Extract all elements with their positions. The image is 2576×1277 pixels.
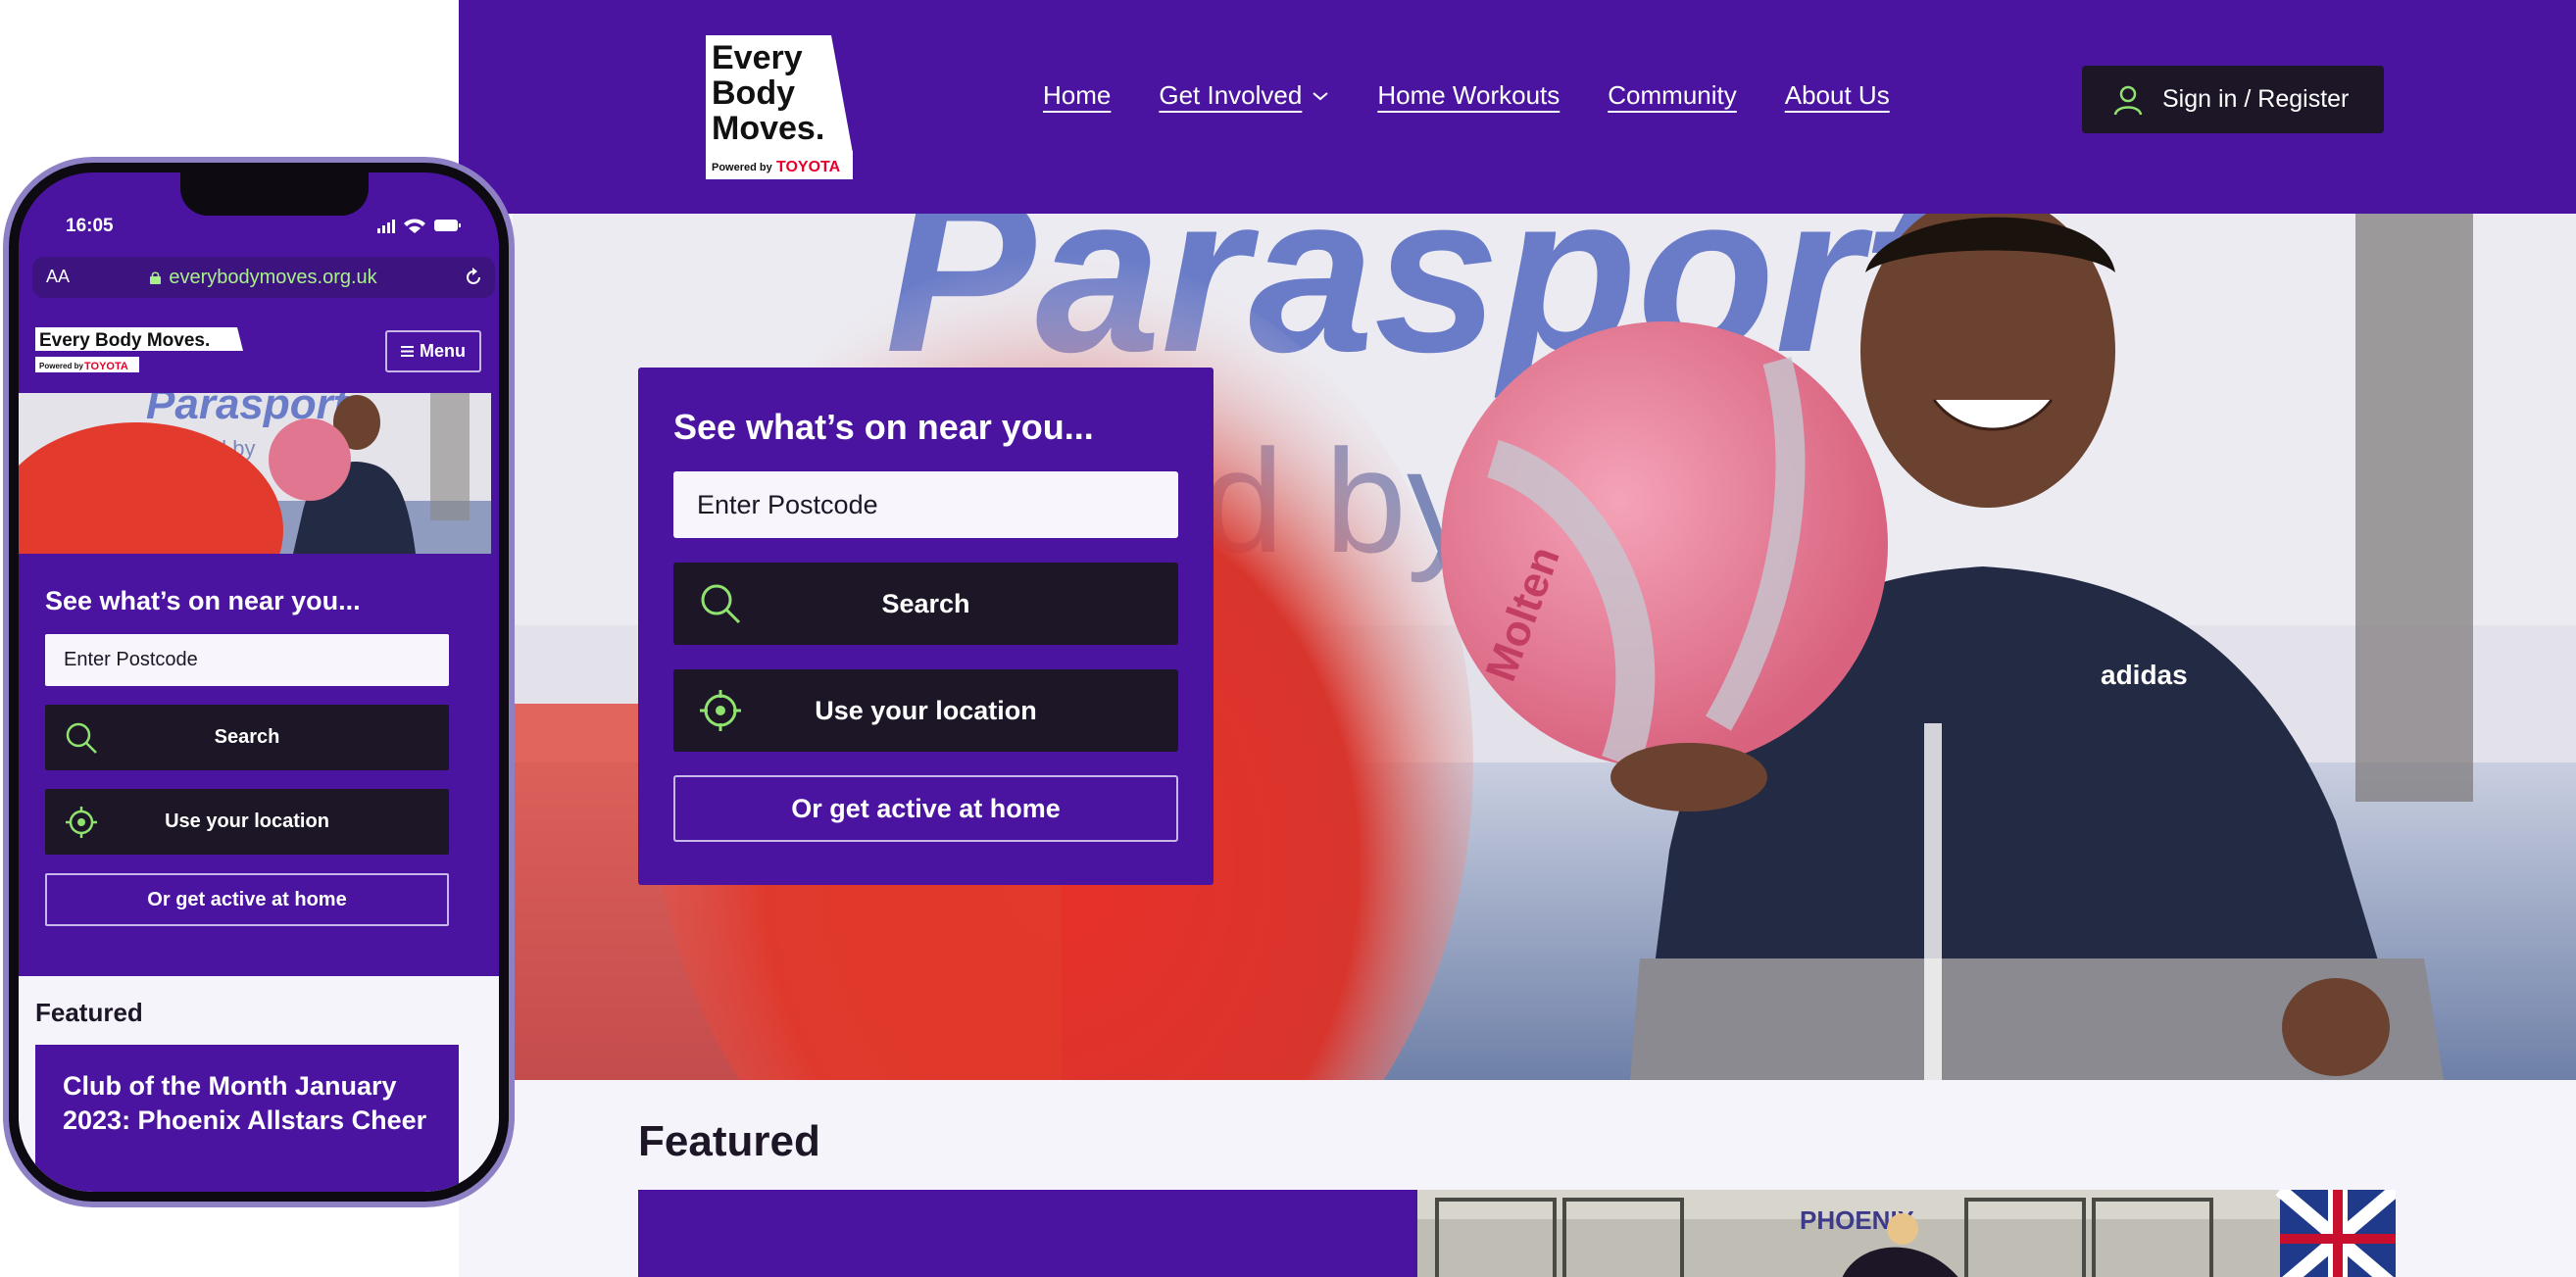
- search-icon: [701, 584, 741, 624]
- featured-photo: PHOENIX: [1417, 1190, 2396, 1277]
- use-location-button[interactable]: Use your location: [673, 669, 1178, 752]
- svg-text:Powered by: Powered by: [39, 362, 83, 370]
- sign-in-register-button[interactable]: Sign in / Register: [2082, 66, 2384, 133]
- nav-home-workouts[interactable]: Home Workouts: [1377, 80, 1560, 111]
- menu-button[interactable]: Menu: [385, 330, 481, 372]
- location-crosshair-icon: [700, 690, 741, 731]
- svg-text:TOYOTA: TOYOTA: [776, 159, 841, 175]
- signal-icon: [377, 220, 395, 233]
- user-icon: [2113, 85, 2143, 115]
- hamburger-icon: [401, 346, 414, 357]
- mobile-site-header: Every Body Moves. Powered by TOYOTA Menu: [19, 311, 499, 393]
- svg-text:Every Body Moves.: Every Body Moves.: [39, 330, 210, 351]
- phone-bezel: 16:05 AA everybodymoves.org.uk Every Bod…: [9, 163, 509, 1202]
- nav-home-workouts-label: Home Workouts: [1377, 80, 1560, 110]
- status-time: 16:05: [66, 216, 114, 236]
- location-crosshair-icon: [66, 807, 97, 838]
- use-location-label: Use your location: [815, 695, 1037, 725]
- mobile-use-location-label: Use your location: [165, 810, 329, 832]
- postcode-input[interactable]: [673, 471, 1178, 538]
- mobile-phone-mockup: 16:05 AA everybodymoves.org.uk Every Bod…: [3, 157, 515, 1207]
- mobile-hero-photo: Parasport owered by: [19, 393, 491, 554]
- search-button-label: Search: [881, 588, 970, 618]
- every-body-moves-logo[interactable]: Every Body Moves. Powered by TOYOTA: [706, 35, 853, 179]
- menu-button-label: Menu: [420, 341, 466, 361]
- svg-text:TOYOTA: TOYOTA: [84, 361, 128, 372]
- main-navigation: Home Get Involved Home Workouts Communit…: [1043, 80, 1890, 111]
- mobile-use-location-button[interactable]: Use your location: [45, 789, 449, 855]
- nav-home-label: Home: [1043, 80, 1112, 110]
- nav-home[interactable]: Home: [1043, 80, 1111, 111]
- mobile-search-button[interactable]: Search: [45, 705, 449, 770]
- lock-icon: [150, 271, 162, 284]
- nav-about-us[interactable]: About Us: [1785, 80, 1890, 111]
- site-header: Every Body Moves. Powered by TOYOTA Home…: [459, 0, 2576, 214]
- search-panel: See what’s on near you... Search Use you…: [638, 368, 1214, 885]
- search-button[interactable]: Search: [673, 563, 1178, 645]
- mobile-featured-card[interactable]: Club of the Month January 2023: Phoenix …: [35, 1045, 459, 1192]
- svg-text:Moves.: Moves.: [712, 110, 824, 147]
- battery-icon: [434, 220, 458, 231]
- mobile-featured-heading: Featured: [35, 998, 143, 1027]
- wifi-icon: [404, 219, 425, 233]
- search-icon: [66, 722, 97, 754]
- search-panel-title: See what’s on near you...: [673, 407, 1094, 447]
- url-text-wrap: everybodymoves.org.uk: [32, 267, 495, 289]
- mobile-hero-image: Parasport owered by: [19, 393, 499, 554]
- featured-card-image[interactable]: PHOENIX: [1417, 1190, 2396, 1277]
- mobile-search-panel-title: See what’s on near you...: [45, 586, 361, 615]
- reload-icon[interactable]: [464, 268, 483, 287]
- status-icons: [377, 219, 461, 233]
- svg-text:Body: Body: [712, 74, 795, 112]
- get-active-at-home-label: Or get active at home: [791, 793, 1061, 823]
- nav-community-label: Community: [1608, 80, 1737, 110]
- phone-screen: 16:05 AA everybodymoves.org.uk Every Bod…: [19, 172, 499, 1192]
- mobile-featured-section: Featured Club of the Month January 2023:…: [19, 976, 499, 1192]
- url-text: everybodymoves.org.uk: [169, 267, 377, 288]
- nav-community[interactable]: Community: [1608, 80, 1736, 111]
- nav-get-involved-label: Get Involved: [1159, 80, 1303, 110]
- mobile-search-panel: See what’s on near you... Search: [19, 554, 499, 989]
- mobile-search-label: Search: [214, 726, 280, 748]
- svg-text:Every: Every: [712, 39, 803, 76]
- chevron-down-icon: [1313, 91, 1328, 100]
- svg-text:Powered by: Powered by: [712, 162, 773, 173]
- mobile-featured-card-title: Club of the Month January 2023: Phoenix …: [63, 1071, 427, 1135]
- phone-notch: [180, 172, 369, 216]
- desktop-browser-view: Every Body Moves. Powered by TOYOTA Home…: [459, 0, 2576, 1277]
- shirt-logo-text: adidas: [2101, 660, 2188, 690]
- nav-get-involved[interactable]: Get Involved: [1159, 80, 1329, 111]
- featured-card[interactable]: [638, 1190, 1417, 1277]
- mobile-postcode-input[interactable]: [45, 634, 449, 686]
- featured-heading: Featured: [638, 1117, 820, 1165]
- every-body-moves-logo-mobile[interactable]: Every Body Moves. Powered by TOYOTA: [35, 327, 243, 378]
- get-active-at-home-button[interactable]: Or get active at home: [673, 775, 1178, 842]
- nav-about-us-label: About Us: [1784, 80, 1890, 110]
- sign-in-label: Sign in / Register: [2162, 85, 2350, 113]
- mobile-get-active-at-home-label: Or get active at home: [147, 888, 347, 910]
- browser-url-bar[interactable]: AA everybodymoves.org.uk: [32, 257, 495, 298]
- mobile-get-active-at-home-button[interactable]: Or get active at home: [45, 873, 449, 926]
